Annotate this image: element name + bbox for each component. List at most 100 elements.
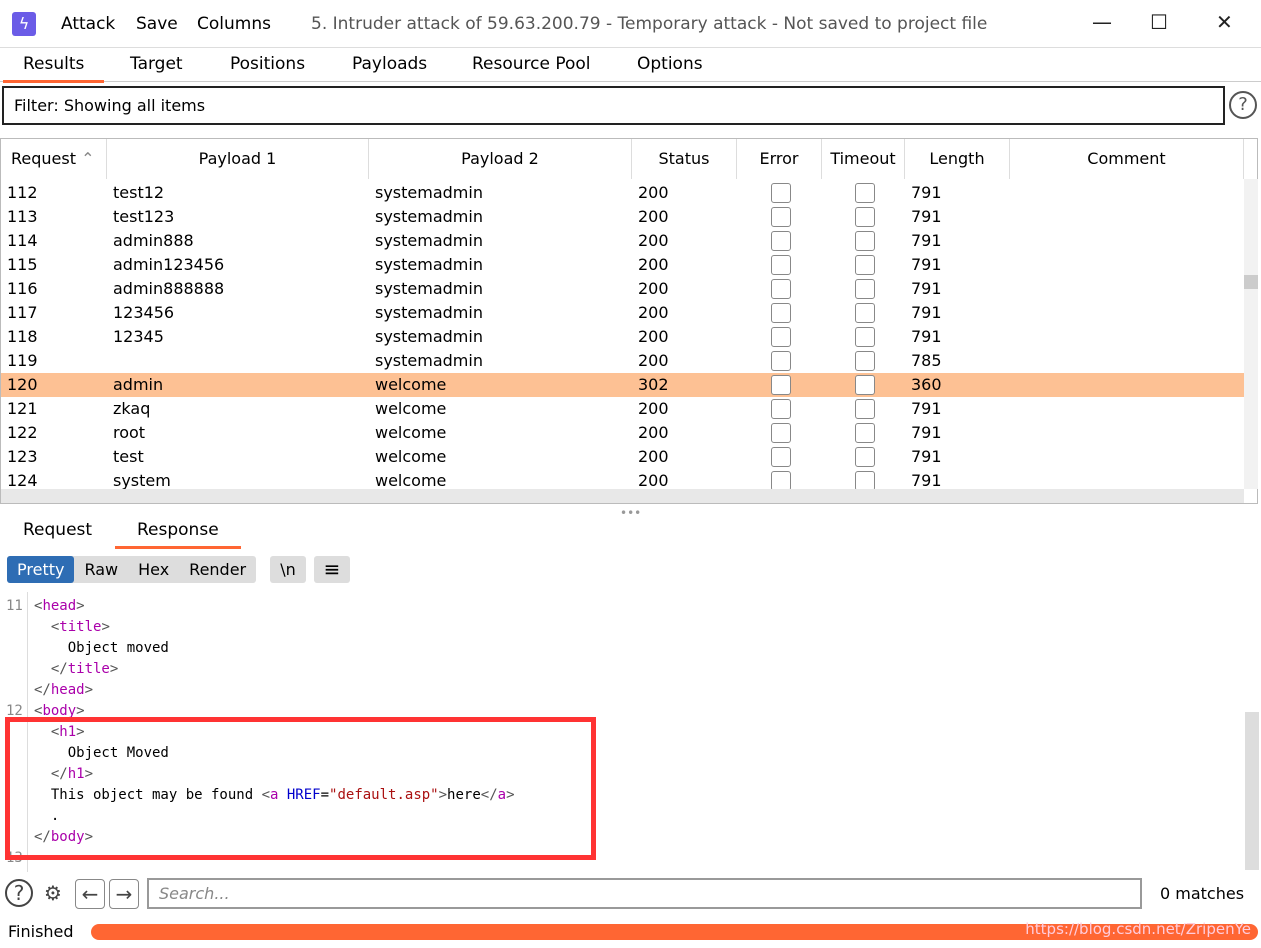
help-icon[interactable]: ? [1229,91,1257,119]
table-row[interactable]: 121 zkaq welcome 200 791 [1,397,1244,421]
cell-request: 112 [7,183,38,202]
filter-bar[interactable]: Filter: Showing all items [2,86,1225,125]
match-count: 0 matches [1160,884,1245,903]
cell-request: 119 [7,351,38,370]
view-hex[interactable]: Hex [128,556,179,583]
code-line: <title> [34,619,110,635]
table-row[interactable]: 116 admin888888 systemadmin 200 791 [1,277,1244,301]
vertical-scrollbar[interactable] [1244,179,1258,489]
timeout-checkbox [855,423,875,443]
tab-resource-pool[interactable]: Resource Pool [472,54,591,74]
view-render[interactable]: Render [179,556,256,583]
window-title: 5. Intruder attack of 59.63.200.79 - Tem… [311,14,988,34]
close-button[interactable]: ✕ [1216,10,1233,34]
code-line: Object moved [34,640,169,656]
tab-target[interactable]: Target [130,54,183,74]
menu-save[interactable]: Save [136,14,178,34]
view-pretty[interactable]: Pretty [7,556,75,583]
table-row[interactable]: 123 test welcome 200 791 [1,445,1244,469]
column-header-length[interactable]: Length [905,139,1010,179]
menu-attack[interactable]: Attack [61,14,115,34]
maximize-button[interactable]: ☐ [1150,10,1168,34]
column-header-payload-1[interactable]: Payload 1 [107,139,369,179]
cell-status: 200 [638,303,669,322]
cell-status: 200 [638,351,669,370]
newline-toggle-button[interactable]: \n [270,556,306,583]
gear-icon[interactable]: ⚙ [38,879,68,909]
table-row[interactable]: 114 admin888 systemadmin 200 791 [1,229,1244,253]
cell-payload-1: admin123456 [113,255,225,274]
cell-length: 791 [911,423,942,442]
cell-request: 122 [7,423,38,442]
cell-length: 791 [911,231,942,250]
cell-payload-2: systemadmin [375,207,483,226]
view-raw[interactable]: Raw [74,556,128,583]
cell-request: 114 [7,231,38,250]
column-header-payload-2[interactable]: Payload 2 [369,139,632,179]
table-row[interactable]: 122 root welcome 200 791 [1,421,1244,445]
error-checkbox [771,471,791,491]
code-token: title [59,619,102,635]
tab-options[interactable]: Options [637,54,703,74]
tab-results[interactable]: Results [3,54,105,83]
column-header-request[interactable]: Request ⌃ [1,139,107,179]
tab-payloads[interactable]: Payloads [352,54,427,74]
tab-response[interactable]: Response [115,520,241,549]
search-input[interactable]: Search... [147,878,1142,909]
column-header-status[interactable]: Status [632,139,737,179]
table-row[interactable]: 120 admin welcome 302 360 [1,373,1244,397]
cell-length: 785 [911,351,942,370]
timeout-checkbox [855,303,875,323]
tab-positions[interactable]: Positions [230,54,305,74]
horizontal-scrollbar[interactable] [1,489,1244,503]
cell-payload-1: zkaq [113,399,151,418]
scrollbar-thumb[interactable] [1244,275,1258,289]
code-token: > [76,598,85,614]
tab-request[interactable]: Request [23,520,92,540]
cell-payload-2: systemadmin [375,351,483,370]
help-icon[interactable]: ? [5,879,33,907]
editor-scrollbar[interactable] [1245,712,1259,870]
table-row[interactable]: 113 test123 systemadmin 200 791 [1,205,1244,229]
code-line: </title> [34,661,118,677]
menu-columns[interactable]: Columns [197,14,271,34]
cell-payload-1: admin [113,375,164,394]
cell-payload-1: admin888 [113,231,194,250]
cell-payload-1: test123 [113,207,175,226]
detail-tabs: Request Response [0,512,1261,549]
cell-request: 113 [7,207,38,226]
timeout-checkbox [855,231,875,251]
cell-length: 791 [911,255,942,274]
arrow-right-icon[interactable]: → [109,879,139,909]
status-text: Finished [8,922,74,941]
line-number: 11 [6,598,23,614]
table-row[interactable]: 117 123456 systemadmin 200 791 [1,301,1244,325]
cell-payload-2: welcome [375,423,447,442]
error-checkbox [771,447,791,467]
code-line: <head> [34,598,85,614]
cell-status: 200 [638,423,669,442]
column-header-timeout[interactable]: Timeout [822,139,905,179]
table-row[interactable]: 119 systemadmin 200 785 [1,349,1244,373]
error-checkbox [771,303,791,323]
error-checkbox [771,399,791,419]
error-checkbox [771,255,791,275]
cell-request: 123 [7,447,38,466]
error-checkbox [771,207,791,227]
minimize-button[interactable]: — [1092,10,1112,34]
code-token: head [42,598,77,614]
cell-payload-1: 12345 [113,327,164,346]
column-header-error[interactable]: Error [737,139,822,179]
column-header-comment[interactable]: Comment [1010,139,1244,179]
menu-icon[interactable]: ≡ [314,556,350,583]
table-row[interactable]: 115 admin123456 systemadmin 200 791 [1,253,1244,277]
arrow-left-icon[interactable]: ← [75,879,105,909]
cell-length: 791 [911,303,942,322]
cell-status: 200 [638,183,669,202]
view-mode-bar: Pretty Raw Hex Render [7,556,257,583]
table-row[interactable]: 118 12345 systemadmin 200 791 [1,325,1244,349]
cell-length: 791 [911,279,942,298]
cell-payload-2: systemadmin [375,327,483,346]
cell-payload-2: systemadmin [375,279,483,298]
table-row[interactable]: 112 test12 systemadmin 200 791 [1,181,1244,205]
